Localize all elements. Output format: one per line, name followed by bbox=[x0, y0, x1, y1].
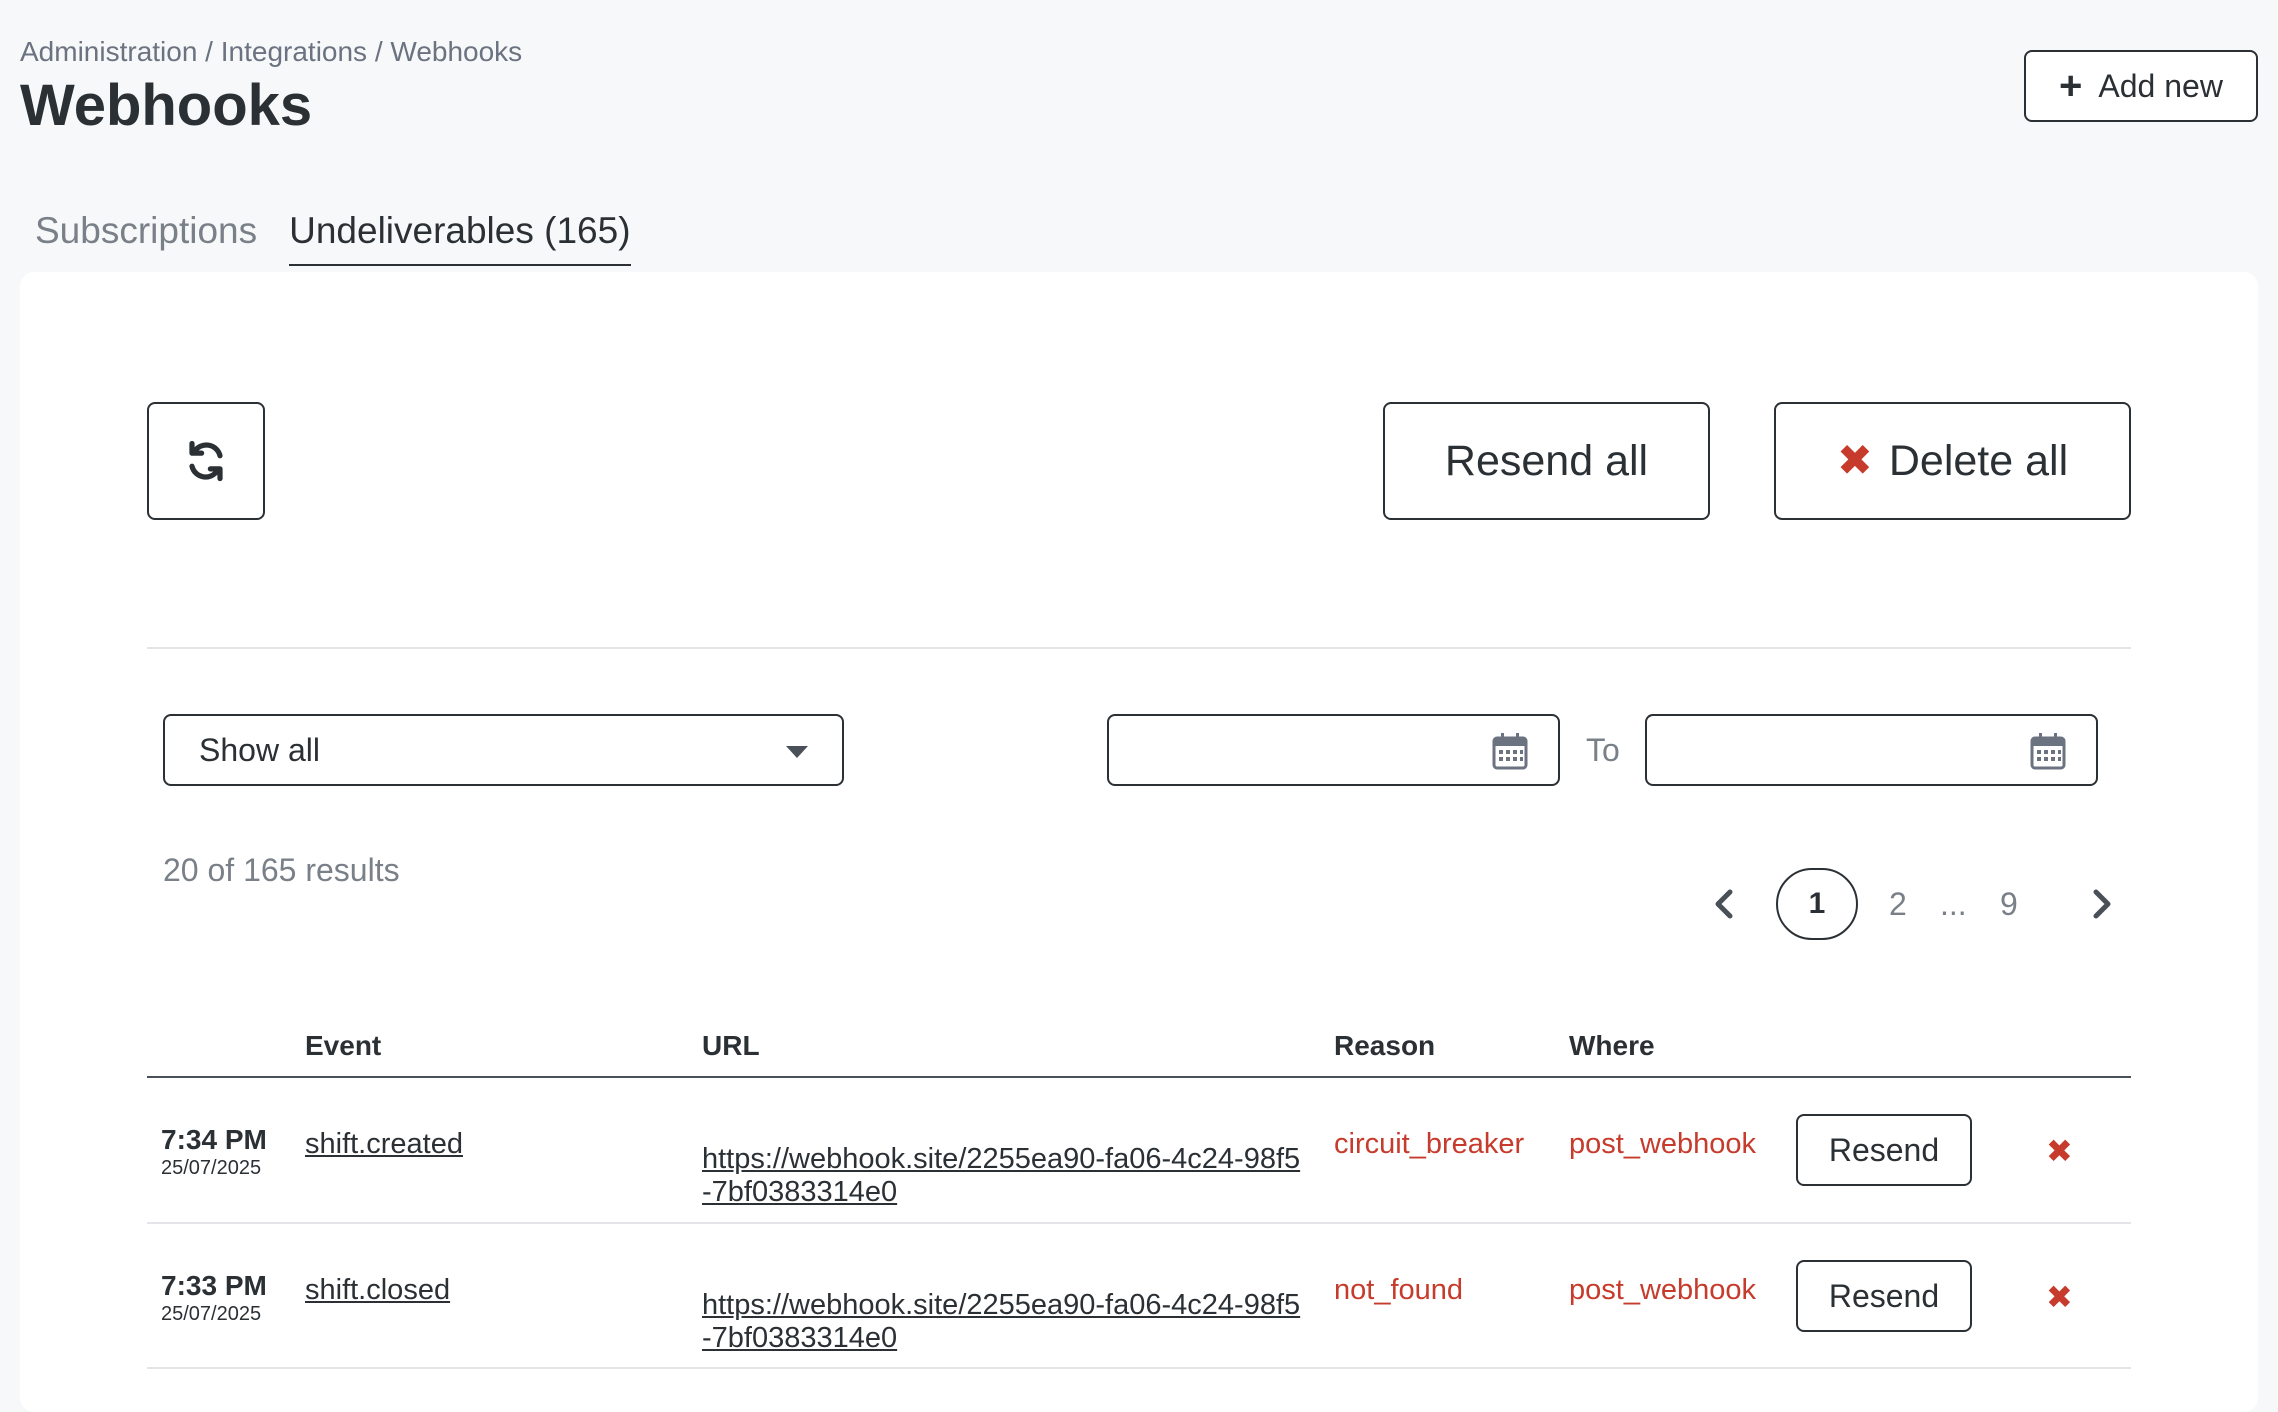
chevron-left-icon[interactable] bbox=[1712, 888, 1736, 920]
column-header-url: URL bbox=[702, 1030, 760, 1061]
tabs: Subscriptions Undeliverables (165) bbox=[35, 210, 631, 266]
row-divider bbox=[147, 1222, 2131, 1224]
calendar-icon[interactable] bbox=[1492, 732, 1528, 770]
row-where: post_webhook bbox=[1569, 1128, 1757, 1160]
breadcrumb: Administration / Integrations / Webhooks bbox=[20, 36, 523, 67]
refresh-icon bbox=[189, 440, 223, 482]
divider bbox=[147, 647, 2131, 649]
page-current[interactable]: 1 bbox=[1776, 868, 1858, 940]
date-to-input[interactable] bbox=[1645, 714, 2098, 786]
calendar-icon[interactable] bbox=[2030, 732, 2066, 770]
status-select[interactable]: Show all bbox=[163, 714, 844, 786]
page-2[interactable]: 2 bbox=[1889, 886, 1907, 923]
delete-all-button[interactable]: ✖ Delete all bbox=[1774, 402, 2131, 520]
column-header-reason: Reason bbox=[1334, 1030, 1436, 1061]
page-ellipsis: ... bbox=[1940, 886, 1967, 922]
date-from-input[interactable] bbox=[1107, 714, 1560, 786]
select-value: Show all bbox=[199, 731, 320, 768]
chevron-down-icon bbox=[786, 746, 808, 758]
add-new-button[interactable]: + Add new bbox=[2024, 50, 2258, 122]
page-title: Webhooks bbox=[20, 73, 313, 138]
row-url-link[interactable]: https://webhook.site/2255ea90-fa06-4c24-… bbox=[702, 1289, 1302, 1355]
column-header-event: Event bbox=[305, 1030, 382, 1061]
plus-icon: + bbox=[2059, 64, 2083, 108]
delete-icon[interactable]: ✖ bbox=[2046, 1278, 2073, 1316]
chevron-right-icon[interactable] bbox=[2090, 888, 2114, 920]
page-last[interactable]: 9 bbox=[2000, 886, 2018, 923]
tab-undeliverables[interactable]: Undeliverables (165) bbox=[289, 210, 631, 266]
to-label: To bbox=[1586, 732, 1620, 768]
tab-subscriptions[interactable]: Subscriptions bbox=[35, 210, 257, 266]
close-icon: ✖ bbox=[1836, 437, 1873, 485]
row-event-link[interactable]: shift.closed bbox=[305, 1274, 450, 1307]
row-time: 7:34 PM bbox=[161, 1124, 267, 1155]
row-time: 7:33 PM bbox=[161, 1270, 267, 1301]
row-date: 25/07/2025 bbox=[161, 1303, 262, 1325]
refresh-button[interactable] bbox=[147, 402, 265, 520]
column-header-where: Where bbox=[1569, 1030, 1655, 1061]
row-reason: not_found bbox=[1334, 1274, 1464, 1306]
results-count: 20 of 165 results bbox=[163, 852, 400, 888]
row-url-link[interactable]: https://webhook.site/2255ea90-fa06-4c24-… bbox=[702, 1143, 1302, 1209]
row-where: post_webhook bbox=[1569, 1274, 1757, 1306]
resend-button[interactable]: Resend bbox=[1796, 1114, 1972, 1186]
resend-button[interactable]: Resend bbox=[1796, 1260, 1972, 1332]
row-divider bbox=[147, 1367, 2131, 1369]
table-header-line bbox=[147, 1076, 2131, 1078]
row-reason: circuit_breaker bbox=[1334, 1128, 1525, 1160]
resend-all-label: Resend all bbox=[1444, 436, 1649, 485]
delete-all-label: Delete all bbox=[1888, 436, 2069, 485]
resend-all-button[interactable]: Resend all bbox=[1383, 402, 1710, 520]
delete-icon[interactable]: ✖ bbox=[2046, 1132, 2073, 1170]
row-date: 25/07/2025 bbox=[161, 1157, 262, 1179]
row-event-link[interactable]: shift.created bbox=[305, 1128, 463, 1161]
add-new-label: Add new bbox=[2098, 67, 2223, 104]
